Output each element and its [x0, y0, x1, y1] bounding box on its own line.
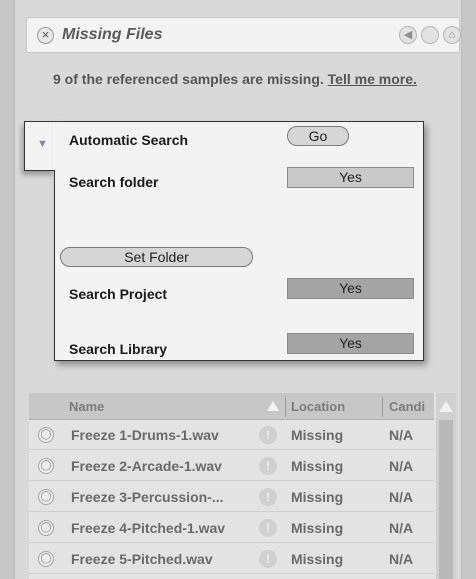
column-divider[interactable] [382, 397, 383, 417]
preview-icon[interactable]: ◯ [38, 489, 54, 505]
file-name: Freeze 4-Pitched-1.wav [71, 520, 226, 536]
file-location: Missing [291, 520, 344, 536]
tell-me-more-link[interactable]: Tell me more. [328, 71, 417, 87]
table-row[interactable]: ◯ Freeze 5-Pitched.wav ! Missing N/A [29, 544, 434, 574]
file-location: Missing [291, 489, 344, 505]
titlebar: × Missing Files ◀ ⌂ [26, 17, 461, 53]
file-name: Freeze 1-Drums-1.wav [71, 427, 219, 443]
search-settings-panel [54, 121, 424, 361]
file-candidates: N/A [389, 458, 414, 474]
preview-icon[interactable]: ◯ [38, 427, 54, 443]
scroll-thumb[interactable] [439, 420, 453, 579]
home-icon[interactable]: ⌂ [443, 26, 461, 44]
column-header-location[interactable]: Location [291, 399, 345, 414]
close-icon[interactable]: × [37, 27, 54, 44]
column-header-candidates[interactable]: Candi [389, 399, 425, 414]
file-name: Freeze 2-Arcade-1.wav [71, 458, 222, 474]
table-row[interactable]: ◯ Freeze 1-Drums-1.wav ! Missing N/A [29, 420, 434, 450]
file-candidates: N/A [389, 551, 414, 567]
search-folder-label: Search folder [69, 174, 159, 190]
column-header-name[interactable]: Name [69, 399, 104, 414]
warning-icon: ! [259, 488, 277, 506]
back-arrow-icon[interactable]: ◀ [399, 26, 417, 44]
set-folder-button[interactable]: Set Folder [60, 247, 253, 267]
preview-icon[interactable]: ◯ [38, 458, 54, 474]
disclosure-triangle-icon[interactable]: ▼ [37, 138, 48, 150]
intro-text: 9 of the referenced samples are missing.… [53, 66, 443, 92]
file-name: Freeze 3-Percussion-... [71, 489, 224, 505]
file-candidates: N/A [389, 427, 414, 443]
file-location: Missing [291, 427, 344, 443]
automatic-search-label: Automatic Search [69, 132, 189, 148]
search-project-toggle[interactable]: Yes [287, 278, 414, 299]
table-header: Name Location Candi [29, 393, 434, 420]
go-button[interactable]: Go [287, 126, 349, 146]
preview-icon[interactable]: ◯ [38, 520, 54, 536]
warning-icon: ! [259, 519, 277, 537]
warning-icon: ! [259, 457, 277, 475]
preview-icon[interactable]: ◯ [38, 551, 54, 567]
forward-icon[interactable] [421, 26, 439, 44]
intro-message: 9 of the referenced samples are missing. [53, 71, 324, 87]
warning-icon: ! [259, 426, 277, 444]
file-candidates: N/A [389, 489, 414, 505]
missing-files-table: Name Location Candi ◯ Freeze 1-Drums-1.w… [29, 393, 456, 579]
file-location: Missing [291, 551, 344, 567]
warning-icon: ! [259, 550, 277, 568]
file-name: Freeze 5-Pitched.wav [71, 551, 213, 567]
search-folder-toggle[interactable]: Yes [287, 167, 414, 188]
window-title: Missing Files [62, 26, 163, 43]
file-location: Missing [291, 458, 344, 474]
scroll-up-icon[interactable] [439, 401, 453, 412]
search-library-toggle[interactable]: Yes [287, 333, 414, 354]
column-divider[interactable] [285, 397, 286, 417]
table-row[interactable]: ◯ Freeze 4-Pitched-1.wav ! Missing N/A [29, 513, 434, 543]
sort-ascending-icon[interactable] [267, 401, 279, 411]
search-library-label: Search Library [69, 341, 168, 357]
search-project-label: Search Project [69, 286, 168, 302]
file-candidates: N/A [389, 520, 414, 536]
table-row[interactable]: ◯ Freeze 3-Percussion-... ! Missing N/A [29, 482, 434, 512]
vertical-scrollbar[interactable] [436, 393, 456, 579]
table-row[interactable]: ◯ Freeze 2-Arcade-1.wav ! Missing N/A [29, 451, 434, 481]
